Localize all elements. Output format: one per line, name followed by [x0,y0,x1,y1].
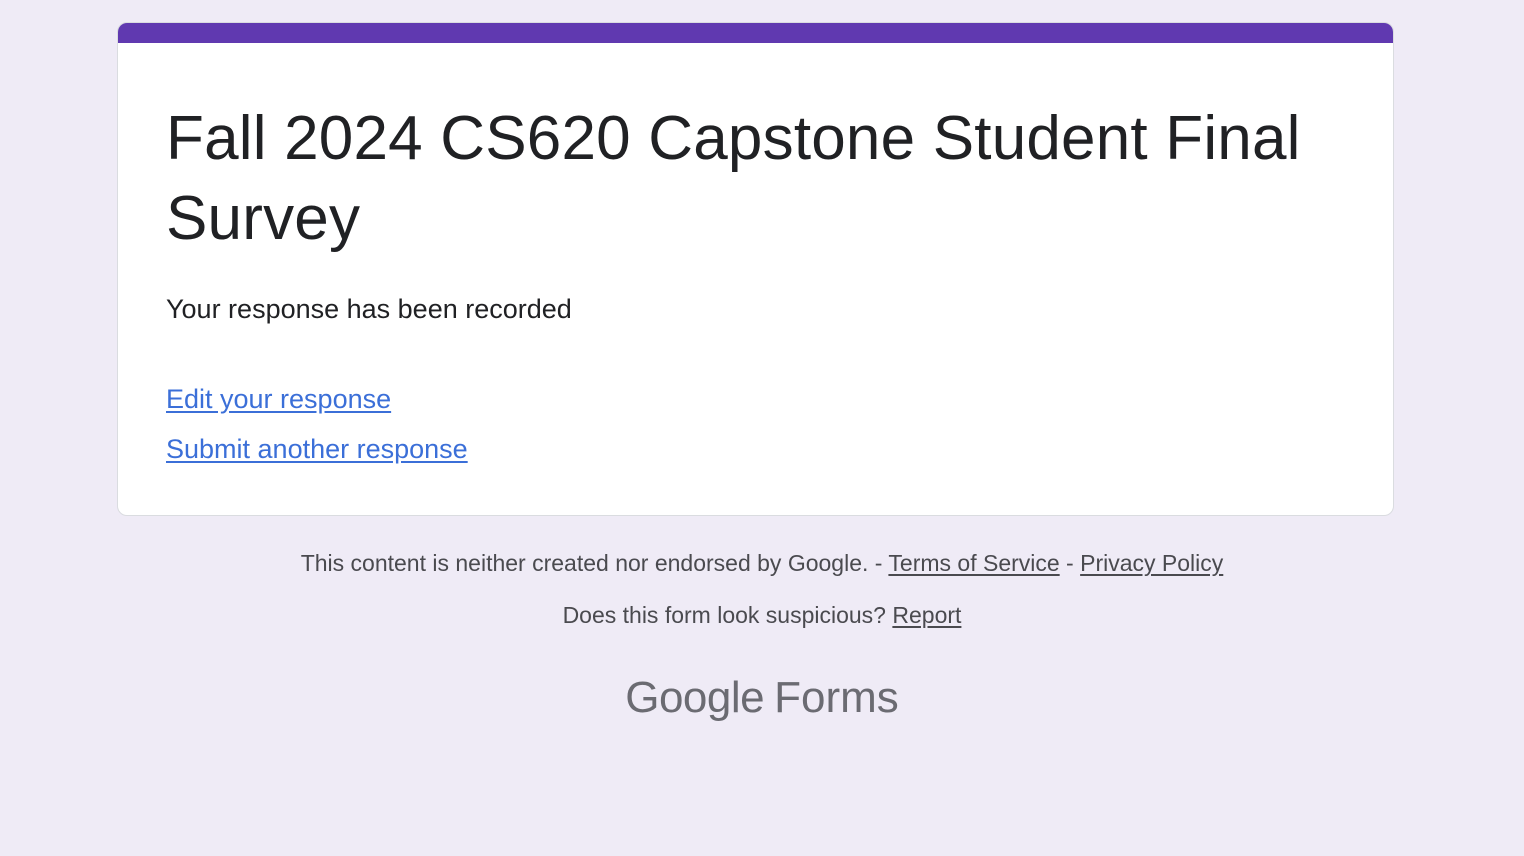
edit-response-link[interactable]: Edit your response [166,381,391,417]
confirmation-message: Your response has been recorded [166,294,572,324]
footer-disclaimer: This content is neither created nor endo… [0,548,1524,578]
footer-report: Does this form look suspicious? Report [0,600,1524,630]
separator: - [1059,550,1081,576]
form-card: Fall 2024 CS620 Capstone Student Final S… [117,22,1394,516]
privacy-policy-link[interactable]: Privacy Policy [1080,550,1223,576]
form-accent-bar [118,23,1393,43]
google-forms-logo[interactable]: Google Forms [0,670,1524,726]
submit-another-response-link[interactable]: Submit another response [166,431,468,467]
report-link[interactable]: Report [892,602,961,628]
terms-of-service-link[interactable]: Terms of Service [888,550,1059,576]
separator: - [868,550,889,576]
form-title: Fall 2024 CS620 Capstone Student Final S… [166,104,1301,253]
logo-forms-text: Forms [774,673,899,722]
logo-google-text: Google [625,673,765,722]
disclaimer-text: This content is neither created nor endo… [300,550,869,576]
suspicious-text: Does this form look suspicious? [562,602,886,628]
